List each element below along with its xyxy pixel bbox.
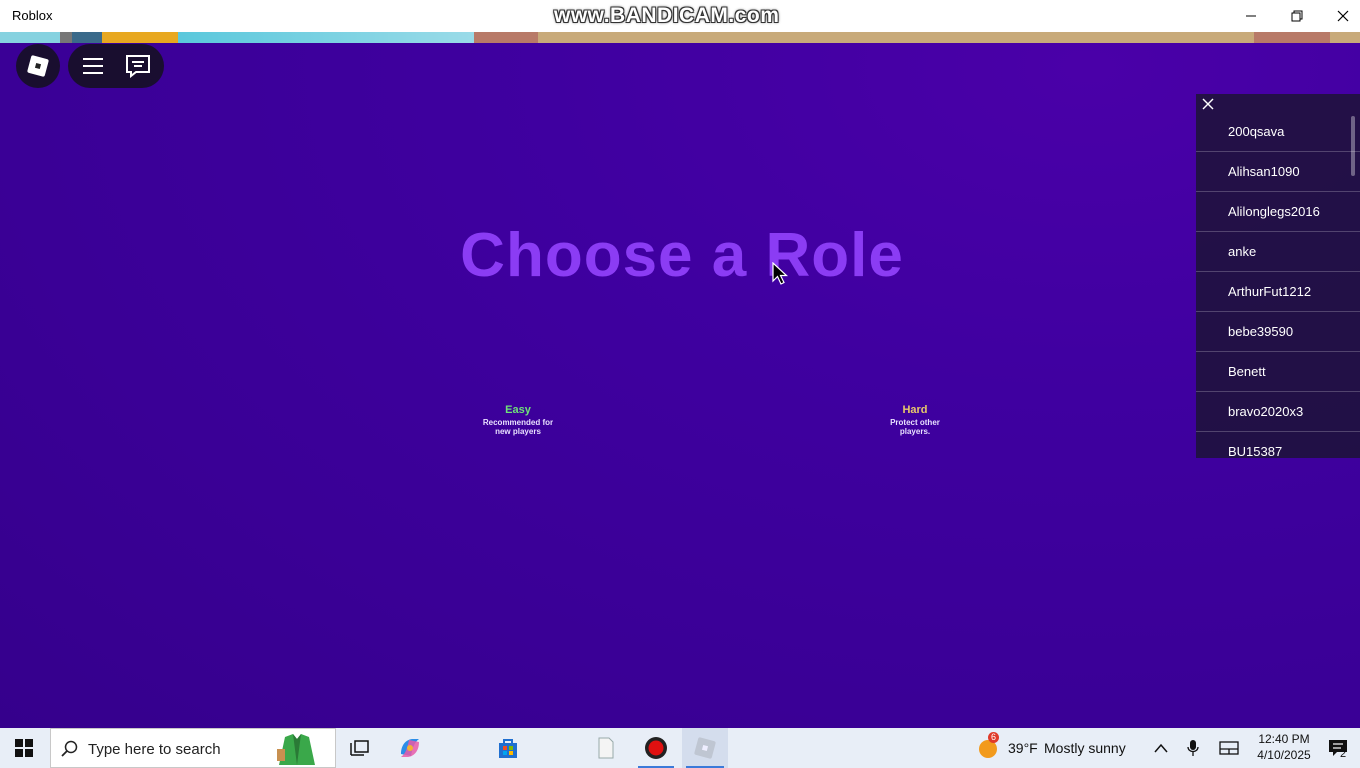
game-viewport[interactable]: Choose a Role Easy Recommended for new p… <box>0 32 1360 728</box>
roblox-menu-button[interactable] <box>16 44 60 88</box>
restore-icon <box>1291 10 1303 22</box>
close-icon <box>1337 10 1349 22</box>
network-button[interactable] <box>1216 728 1242 768</box>
weather-temperature[interactable]: 39°F <box>1008 740 1038 756</box>
document-icon <box>598 737 614 759</box>
player-list-scrollbar[interactable] <box>1351 116 1355 176</box>
task-view-icon <box>350 740 369 756</box>
bandicam-button[interactable] <box>634 728 678 768</box>
player-row[interactable]: Alilonglegs2016 <box>1196 192 1360 232</box>
display-icon <box>1219 741 1239 755</box>
player-row[interactable]: ArthurFut1212 <box>1196 272 1360 312</box>
player-row[interactable]: Alihsan1090 <box>1196 152 1360 192</box>
chat-icon[interactable] <box>125 54 151 78</box>
window-title-bar: Roblox www.BANDICAM.com <box>0 0 1360 32</box>
chevron-up-icon <box>1154 743 1168 753</box>
copilot-icon <box>401 739 419 757</box>
notifications-button[interactable] <box>1322 728 1354 768</box>
weather-badge: 6 <box>988 732 1000 743</box>
clock-time: 12:40 PM <box>1258 732 1310 746</box>
player-row[interactable]: bravo2020x3 <box>1196 392 1360 432</box>
player-row[interactable]: Benett <box>1196 352 1360 392</box>
top-bar-controls <box>68 44 164 88</box>
file-app-button[interactable] <box>586 728 626 768</box>
microphone-button[interactable] <box>1182 728 1204 768</box>
roblox-app-icon <box>694 737 716 759</box>
clock-date: 4/10/2025 <box>1257 748 1311 762</box>
minimize-button[interactable] <box>1228 0 1274 32</box>
microphone-icon <box>1187 740 1199 756</box>
role-option-hard[interactable]: Hard Protect other players. <box>855 404 975 436</box>
taskbar-search-box[interactable]: Type here to search <box>50 728 336 768</box>
role-description: Protect other players. <box>890 418 940 436</box>
player-row[interactable]: anke <box>1196 232 1360 272</box>
minimize-icon <box>1246 15 1256 17</box>
start-button[interactable] <box>0 728 48 768</box>
player-row[interactable]: BU15387 <box>1196 432 1360 458</box>
role-name: Hard <box>902 404 928 416</box>
close-icon <box>1202 98 1214 110</box>
store-bag-icon <box>499 739 517 758</box>
player-row[interactable]: 200qsava <box>1196 112 1360 152</box>
window-title: Roblox <box>12 8 53 23</box>
search-icon <box>61 740 78 757</box>
windows-logo-icon <box>15 739 33 757</box>
close-player-list-button[interactable] <box>1200 96 1216 112</box>
taskbar: Type here to search 6 39°F Mostly sunny <box>0 728 1360 768</box>
player-list: 200qsava Alihsan1090 Alilonglegs2016 ank… <box>1196 94 1360 458</box>
role-description: Recommended for new players <box>482 418 554 436</box>
roblox-logo-icon <box>26 54 50 78</box>
microsoft-store-button[interactable] <box>488 728 528 768</box>
show-hidden-icons-button[interactable] <box>1150 728 1172 768</box>
player-list-items: 200qsava Alihsan1090 Alilonglegs2016 ank… <box>1196 112 1360 458</box>
mouse-cursor-icon <box>772 262 788 285</box>
notification-count: 2 <box>1340 748 1347 760</box>
scenery-strip <box>0 32 1360 43</box>
player-row[interactable]: bebe39590 <box>1196 312 1360 352</box>
task-view-button[interactable] <box>340 728 380 768</box>
recording-watermark: www.BANDICAM.com <box>554 4 780 27</box>
roblox-taskbar-button[interactable] <box>682 728 728 768</box>
page-title: Choose a Role <box>460 221 904 290</box>
restore-button[interactable] <box>1274 0 1320 32</box>
hamburger-menu-icon[interactable] <box>82 56 104 76</box>
search-placeholder: Type here to search <box>88 741 221 758</box>
clock[interactable]: 12:40 PM 4/10/2025 <box>1252 731 1316 763</box>
record-icon <box>645 737 667 759</box>
role-name: Easy <box>505 404 531 416</box>
close-window-button[interactable] <box>1320 0 1360 32</box>
role-option-easy[interactable]: Easy Recommended for new players <box>458 404 578 436</box>
weather-condition[interactable]: Mostly sunny <box>1044 740 1126 756</box>
green-jacket-icon <box>277 734 315 765</box>
copilot-button[interactable] <box>390 728 430 768</box>
